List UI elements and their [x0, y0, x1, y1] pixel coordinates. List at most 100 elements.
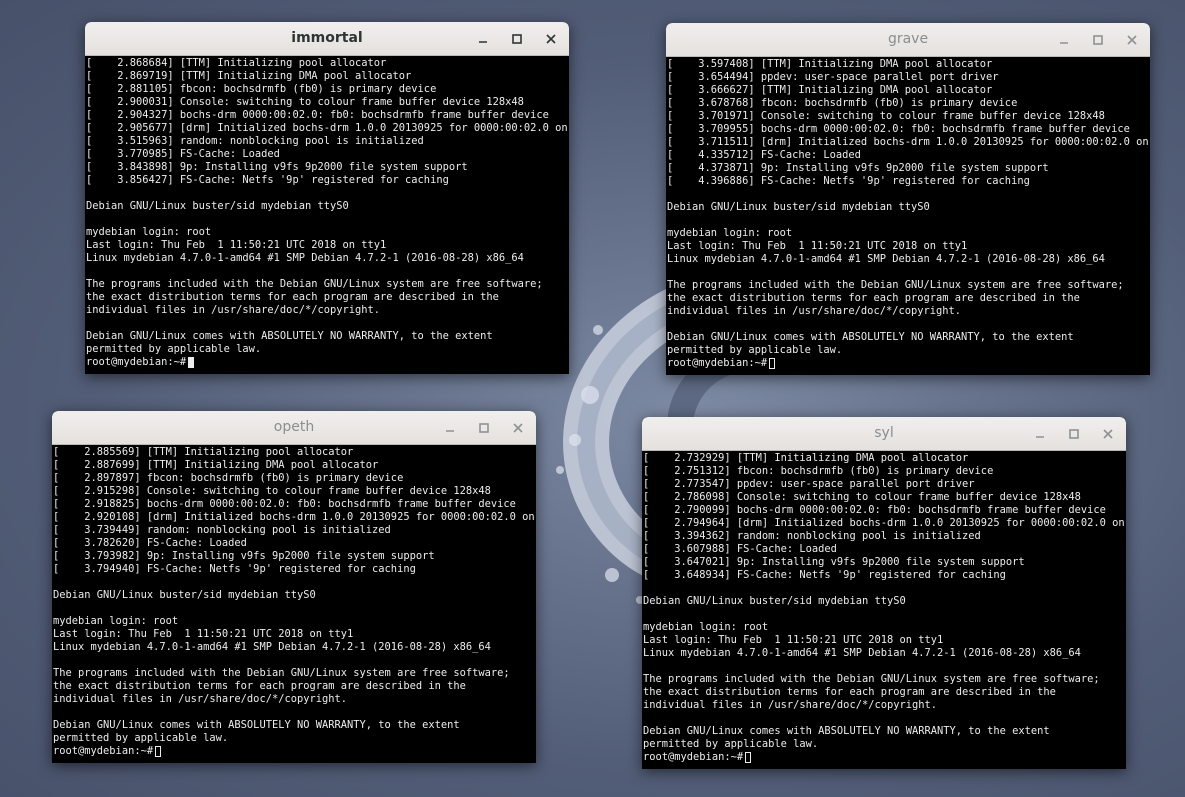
close-button[interactable] — [1096, 422, 1120, 446]
close-icon — [1103, 429, 1113, 439]
terminal-line: [ 3.739449] random: nonblocking pool is … — [53, 524, 391, 536]
terminal-window-syl[interactable]: syl [2.732929] [TTM] Initializing DMA p… — [642, 417, 1126, 769]
terminal-line: [ 3.597408] [TTM] Initializing DMA pool … — [667, 58, 993, 70]
terminal-line: individual files in /usr/share/doc/*/cop… — [643, 699, 938, 711]
terminal-cursor — [745, 752, 752, 763]
terminal-prompt-line[interactable]: root@mydebian:~# — [643, 751, 1126, 764]
terminal-output[interactable]: [ 2.868684] [TTM] Initializing pool allo… — [85, 56, 569, 374]
terminal-line: [ 2.904327] bochs-drm 0000:00:02.0: fb0:… — [86, 109, 549, 121]
maximize-button[interactable] — [1086, 28, 1110, 52]
terminal-output[interactable]: [ 3.597408] [TTM] Initializing DMA pool … — [666, 57, 1150, 375]
maximize-icon — [512, 34, 522, 44]
terminal-window-grave[interactable]: grave [3.597408] [TTM] Initializing DMA… — [666, 23, 1150, 375]
terminal-line: the exact distribution terms for each pr… — [86, 291, 499, 303]
terminal-prompt-line[interactable]: root@mydebian:~# — [53, 745, 536, 758]
terminal-line: Linux mydebian 4.7.0-1-amd64 #1 SMP Debi… — [86, 252, 524, 264]
minimize-icon — [1060, 42, 1068, 44]
minimize-button[interactable] — [1028, 422, 1052, 446]
window-titlebar[interactable]: syl — [642, 417, 1126, 451]
terminal-cursor — [188, 357, 195, 368]
shell-prompt: root@mydebian:~# — [667, 357, 768, 369]
maximize-icon — [1093, 35, 1103, 45]
terminal-line: [ 2.900031] Console: switching to colour… — [86, 96, 524, 108]
terminal-line: [ 2.868684] [TTM] Initializing pool allo… — [86, 57, 387, 69]
terminal-window-opeth[interactable]: opeth [2.885569] [TTM] Initializing poo… — [52, 411, 536, 763]
terminal-line: [ 2.885569] [TTM] Initializing pool allo… — [53, 446, 354, 458]
terminal-line: [ 2.897897] fbcon: bochsdrmfb (fb0) is p… — [53, 472, 404, 484]
window-titlebar[interactable]: immortal — [85, 22, 569, 56]
terminal-line: [ 2.790099] bochs-drm 0000:00:02.0: fb0:… — [643, 504, 1106, 516]
terminal-line: Debian GNU/Linux comes with ABSOLUTELY N… — [643, 725, 1050, 737]
terminal-line: [ 4.373871] 9p: Installing v9fs 9p2000 f… — [667, 162, 1049, 174]
minimize-button[interactable] — [1052, 28, 1076, 52]
terminal-cursor — [769, 358, 776, 369]
terminal-output[interactable]: [ 2.885569] [TTM] Initializing pool allo… — [52, 445, 536, 763]
close-button[interactable] — [506, 416, 530, 440]
terminal-line: permitted by applicable law. — [53, 732, 229, 744]
terminal-line: [ 2.786098] Console: switching to colour… — [643, 491, 1081, 503]
terminal-line: Debian GNU/Linux buster/sid mydebian tty… — [53, 589, 316, 601]
terminal-line: [ 3.607988] FS-Cache: Loaded — [643, 543, 837, 555]
terminal-line: [ 2.881105] fbcon: bochsdrmfb (fb0) is p… — [86, 83, 437, 95]
terminal-line: [ 3.648934] FS-Cache: Netfs '9p' registe… — [643, 569, 1006, 581]
terminal-line: mydebian login: root — [86, 226, 212, 238]
window-titlebar[interactable]: opeth — [52, 411, 536, 445]
terminal-line: [ 2.920108] [drm] Initialized bochs-drm … — [53, 511, 536, 523]
terminal-window-immortal[interactable]: immortal [2.868684] [TTM] Initializing … — [85, 22, 569, 374]
terminal-line: the exact distribution terms for each pr… — [643, 686, 1056, 698]
terminal-line: Debian GNU/Linux buster/sid mydebian tty… — [667, 201, 930, 213]
terminal-line: permitted by applicable law. — [86, 343, 262, 355]
terminal-line: [ 3.654494] ppdev: user-space parallel p… — [667, 71, 999, 83]
terminal-output[interactable]: [ 2.732929] [TTM] Initializing DMA pool … — [642, 451, 1126, 769]
close-button[interactable] — [1120, 28, 1144, 52]
minimize-button[interactable] — [438, 416, 462, 440]
window-controls — [428, 416, 530, 440]
terminal-line: Linux mydebian 4.7.0-1-amd64 #1 SMP Debi… — [53, 641, 491, 653]
terminal-prompt-line[interactable]: root@mydebian:~# — [86, 356, 569, 369]
maximize-button[interactable] — [505, 27, 529, 51]
terminal-line: [ 2.887699] [TTM] Initializing DMA pool … — [53, 459, 379, 471]
terminal-line: [ 2.918825] bochs-drm 0000:00:02.0: fb0:… — [53, 498, 516, 510]
terminal-line: [ 3.394362] random: nonblocking pool is … — [643, 530, 981, 542]
terminal-line: [ 3.843898] 9p: Installing v9fs 9p2000 f… — [86, 161, 468, 173]
terminal-line: permitted by applicable law. — [667, 344, 843, 356]
terminal-line: [ 3.856427] FS-Cache: Netfs '9p' registe… — [86, 174, 449, 186]
terminal-line: [ 2.773547] ppdev: user-space parallel p… — [643, 478, 975, 490]
terminal-line: [ 3.515963] random: nonblocking pool is … — [86, 135, 424, 147]
terminal-line: [ 2.794964] [drm] Initialized bochs-drm … — [643, 517, 1126, 529]
terminal-line: [ 3.701971] Console: switching to colour… — [667, 110, 1105, 122]
terminal-line: [ 3.794940] FS-Cache: Netfs '9p' registe… — [53, 563, 416, 575]
close-button[interactable] — [539, 27, 563, 51]
minimize-button[interactable] — [471, 27, 495, 51]
terminal-line: [ 2.751312] fbcon: bochsdrmfb (fb0) is p… — [643, 465, 994, 477]
terminal-line: [ 3.711511] [drm] Initialized bochs-drm … — [667, 136, 1150, 148]
terminal-line: [ 2.905677] [drm] Initialized bochs-drm … — [86, 122, 569, 134]
maximize-icon — [479, 423, 489, 433]
terminal-line: [ 3.678768] fbcon: bochsdrmfb (fb0) is p… — [667, 97, 1018, 109]
terminal-line: Debian GNU/Linux comes with ABSOLUTELY N… — [86, 330, 493, 342]
terminal-line: The programs included with the Debian GN… — [667, 279, 1124, 291]
terminal-line: Debian GNU/Linux comes with ABSOLUTELY N… — [667, 331, 1074, 343]
terminal-line: The programs included with the Debian GN… — [53, 667, 510, 679]
terminal-line: Last login: Thu Feb 1 11:50:21 UTC 2018 … — [643, 634, 944, 646]
maximize-button[interactable] — [472, 416, 496, 440]
terminal-prompt-line[interactable]: root@mydebian:~# — [667, 357, 1150, 370]
terminal-line: Linux mydebian 4.7.0-1-amd64 #1 SMP Debi… — [667, 253, 1105, 265]
maximize-button[interactable] — [1062, 422, 1086, 446]
terminal-line: [ 4.335712] FS-Cache: Loaded — [667, 149, 861, 161]
terminal-line: Last login: Thu Feb 1 11:50:21 UTC 2018 … — [53, 628, 354, 640]
window-titlebar[interactable]: grave — [666, 23, 1150, 57]
terminal-line: [ 3.647021] 9p: Installing v9fs 9p2000 f… — [643, 556, 1025, 568]
